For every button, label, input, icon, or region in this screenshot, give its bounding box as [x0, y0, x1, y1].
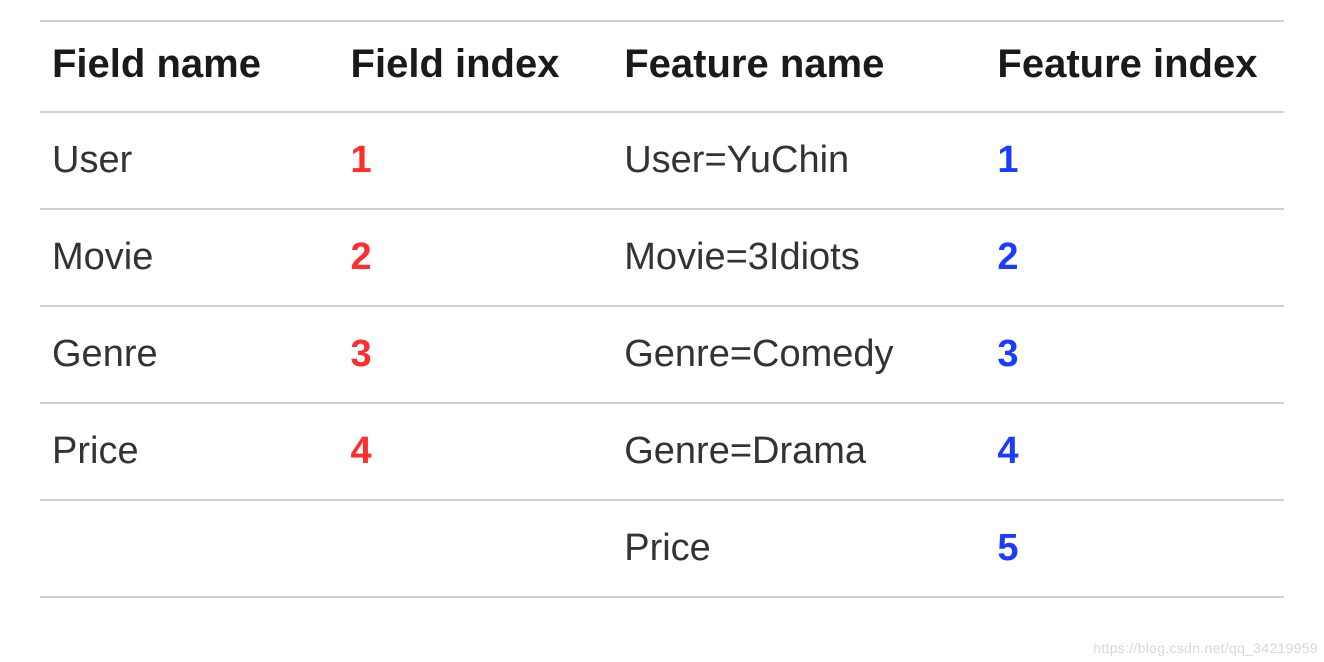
cell-field-name: User	[40, 112, 339, 209]
cell-field-name: Price	[40, 403, 339, 500]
table-header-row: Field name Field index Feature name Feat…	[40, 21, 1284, 112]
cell-feature-name: Price	[612, 500, 985, 597]
cell-field-index: 4	[339, 403, 613, 500]
header-field-name: Field name	[40, 21, 339, 112]
cell-feature-index: 2	[985, 209, 1284, 306]
cell-field-name	[40, 500, 339, 597]
cell-field-name: Genre	[40, 306, 339, 403]
header-feature-name: Feature name	[612, 21, 985, 112]
mapping-table: Field name Field index Feature name Feat…	[40, 20, 1284, 598]
cell-feature-name: Genre=Drama	[612, 403, 985, 500]
table-row: Price 4 Genre=Drama 4	[40, 403, 1284, 500]
header-feature-index: Feature index	[985, 21, 1284, 112]
watermark-text: https://blog.csdn.net/qq_34219959	[1093, 640, 1318, 656]
cell-feature-index: 1	[985, 112, 1284, 209]
table-row: Genre 3 Genre=Comedy 3	[40, 306, 1284, 403]
cell-field-index	[339, 500, 613, 597]
cell-field-index: 3	[339, 306, 613, 403]
cell-field-index: 1	[339, 112, 613, 209]
cell-feature-index: 4	[985, 403, 1284, 500]
cell-feature-index: 5	[985, 500, 1284, 597]
cell-feature-name: Movie=3Idiots	[612, 209, 985, 306]
cell-field-name: Movie	[40, 209, 339, 306]
table-row: Price 5	[40, 500, 1284, 597]
header-field-index: Field index	[339, 21, 613, 112]
cell-feature-name: User=YuChin	[612, 112, 985, 209]
cell-feature-index: 3	[985, 306, 1284, 403]
table-row: User 1 User=YuChin 1	[40, 112, 1284, 209]
cell-feature-name: Genre=Comedy	[612, 306, 985, 403]
table-row: Movie 2 Movie=3Idiots 2	[40, 209, 1284, 306]
cell-field-index: 2	[339, 209, 613, 306]
